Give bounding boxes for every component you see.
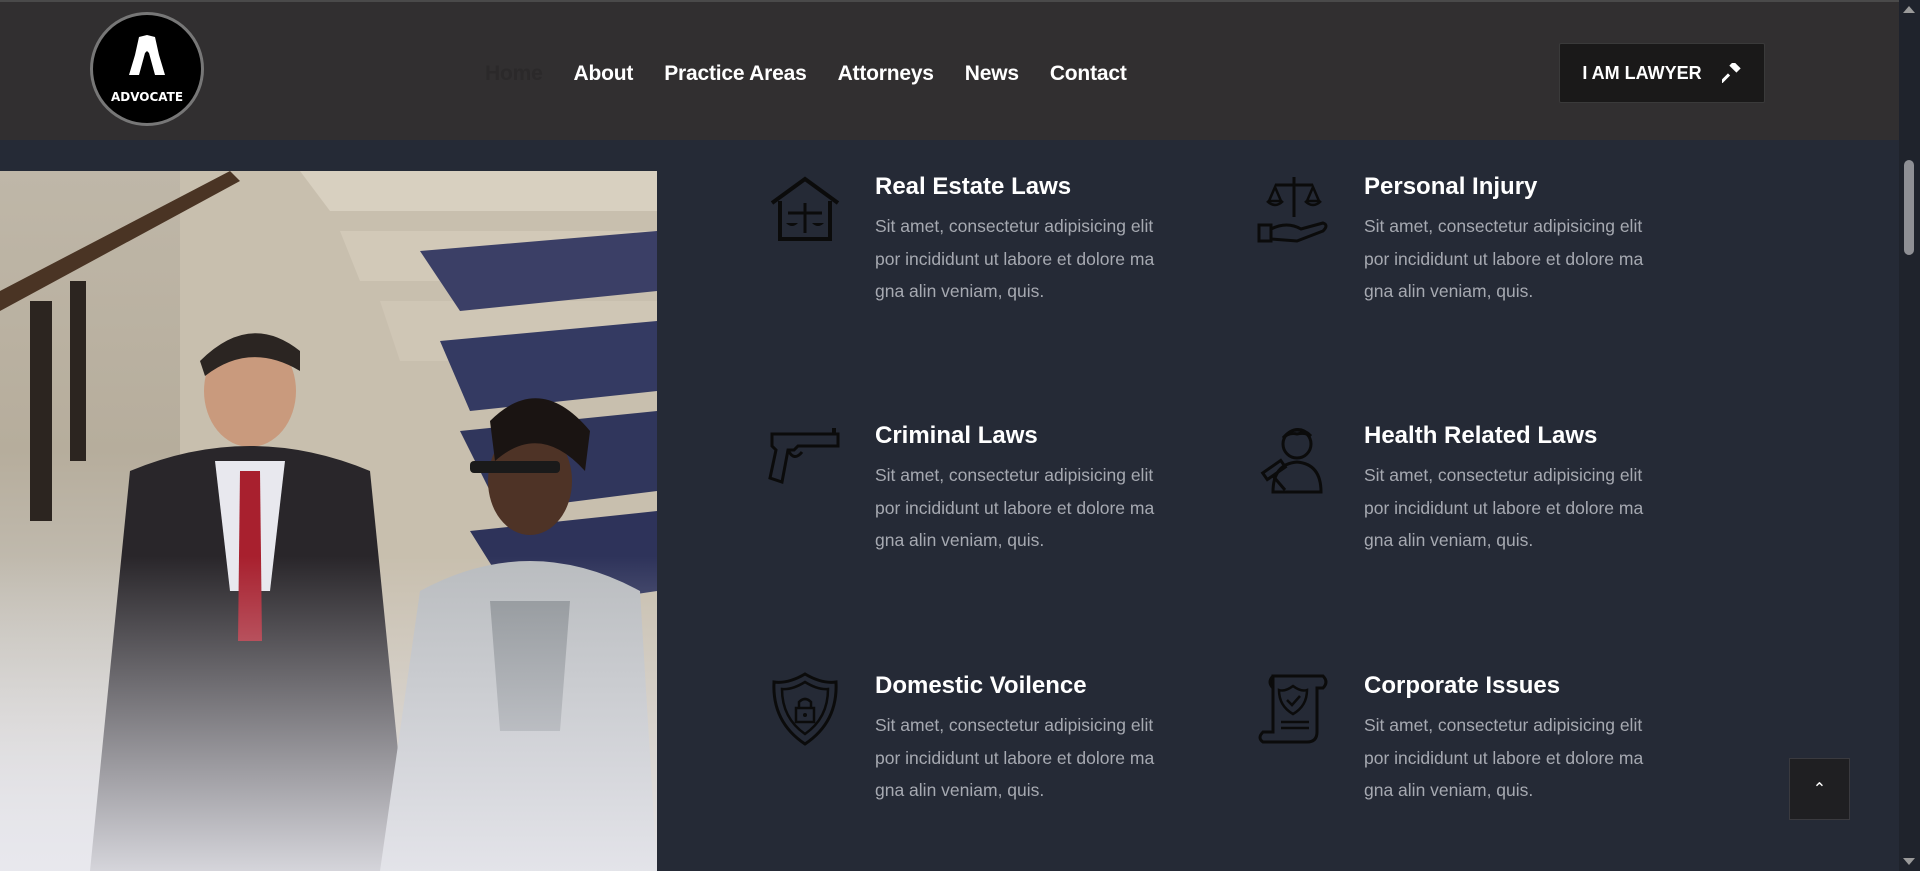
service-description: Sit amet, consectetur adipisicing elit p…	[875, 216, 1155, 301]
scroll-up-arrow[interactable]	[1903, 6, 1915, 13]
service-title: Health Related Laws	[1364, 422, 1598, 449]
nav-about[interactable]: About	[574, 62, 634, 86]
house-scales-icon	[770, 176, 840, 241]
service-description: Sit amet, consectetur adipisicing elit p…	[1364, 465, 1644, 550]
scroll-thumb[interactable]	[1904, 160, 1914, 255]
service-title: Corporate Issues	[1364, 672, 1561, 699]
nav-news[interactable]: News	[965, 62, 1019, 86]
scroll-down-arrow[interactable]	[1903, 858, 1915, 865]
service-description: Sit amet, consectetur adipisicing elit p…	[875, 715, 1155, 800]
i-am-lawyer-button[interactable]: I AM LAWYER	[1559, 43, 1765, 103]
service-title: Criminal Laws	[875, 422, 1038, 449]
lawyers-illustration	[0, 171, 657, 871]
service-description: Sit amet, consectetur adipisicing elit p…	[1364, 715, 1644, 800]
service-title: Real Estate Laws	[875, 173, 1072, 200]
service-description: Sit amet, consectetur adipisicing elit p…	[875, 465, 1155, 550]
gavel-icon	[1721, 63, 1741, 83]
nav-home[interactable]: Home	[485, 62, 543, 86]
service-description: Sit amet, consectetur adipisicing elit p…	[1364, 216, 1644, 301]
main-nav: Home About Practice Areas Attorneys News…	[485, 62, 1127, 86]
hand-scales-icon	[1257, 177, 1328, 243]
cta-label: I AM LAWYER	[1582, 62, 1702, 83]
site-header: ADVOCATE Home About Practice Areas Attor…	[0, 0, 1899, 140]
advocate-logo[interactable]: ADVOCATE	[90, 12, 204, 126]
judge-gavel-icon	[1260, 428, 1323, 494]
back-to-top-button[interactable]: ⌃	[1789, 758, 1850, 820]
shield-lock-icon	[772, 672, 838, 746]
lawyers-photo	[0, 171, 657, 871]
advocate-bands-icon: ADVOCATE	[111, 35, 183, 104]
nav-attorneys[interactable]: Attorneys	[838, 62, 934, 86]
service-title: Domestic Voilence	[875, 672, 1087, 699]
nav-contact[interactable]: Contact	[1050, 62, 1127, 86]
svg-text:ADVOCATE: ADVOCATE	[111, 90, 183, 104]
document-shield-icon	[1258, 674, 1328, 744]
page-scrollbar[interactable]	[1899, 0, 1920, 871]
service-title: Personal Injury	[1364, 173, 1538, 200]
pistol-icon	[768, 428, 840, 484]
chevron-up-icon: ⌃	[1812, 781, 1827, 798]
nav-practice-areas[interactable]: Practice Areas	[664, 62, 807, 86]
